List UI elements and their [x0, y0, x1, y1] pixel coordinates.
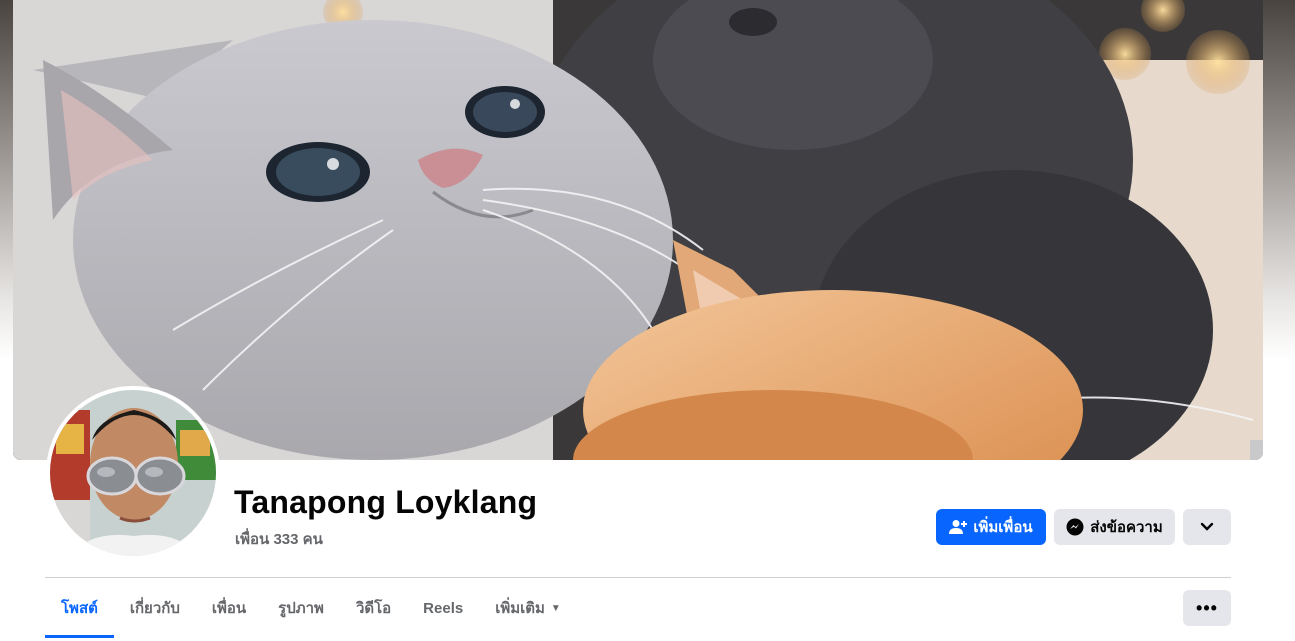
ellipsis-icon: •••	[1196, 597, 1218, 618]
add-person-icon	[949, 519, 968, 535]
chevron-down-icon	[1200, 519, 1214, 536]
tab-posts[interactable]: โพสต์	[45, 578, 114, 638]
tab-photos[interactable]: รูปภาพ	[262, 578, 340, 638]
caret-down-icon: ▼	[550, 602, 561, 614]
avatar-photo	[50, 390, 216, 556]
messenger-icon	[1066, 518, 1084, 536]
tab-videos[interactable]: วิดีโอ	[340, 578, 407, 638]
add-friend-label: เพิ่มเพื่อน	[973, 519, 1033, 536]
tab-more[interactable]: เพิ่มเติม ▼	[479, 578, 577, 638]
tab-friends[interactable]: เพื่อน	[196, 578, 262, 638]
tab-reels[interactable]: Reels	[407, 578, 479, 638]
profile-tabs: โพสต์ เกี่ยวกับ เพื่อน รูปภาพ วิดีโอ Ree…	[45, 578, 577, 638]
add-friend-button[interactable]: เพิ่มเพื่อน	[936, 509, 1046, 545]
cover-photo[interactable]	[13, 0, 1263, 460]
message-label: ส่งข้อความ	[1090, 519, 1163, 536]
tab-more-options-button[interactable]: •••	[1183, 590, 1231, 626]
friends-count[interactable]: เพื่อน 333 คน	[235, 527, 323, 551]
profile-options-button[interactable]	[1183, 509, 1231, 545]
message-button[interactable]: ส่งข้อความ	[1054, 509, 1175, 545]
profile-avatar[interactable]	[46, 386, 220, 560]
profile-name: Tanapong Loyklang	[234, 484, 538, 520]
tab-about[interactable]: เกี่ยวกับ	[114, 578, 196, 638]
